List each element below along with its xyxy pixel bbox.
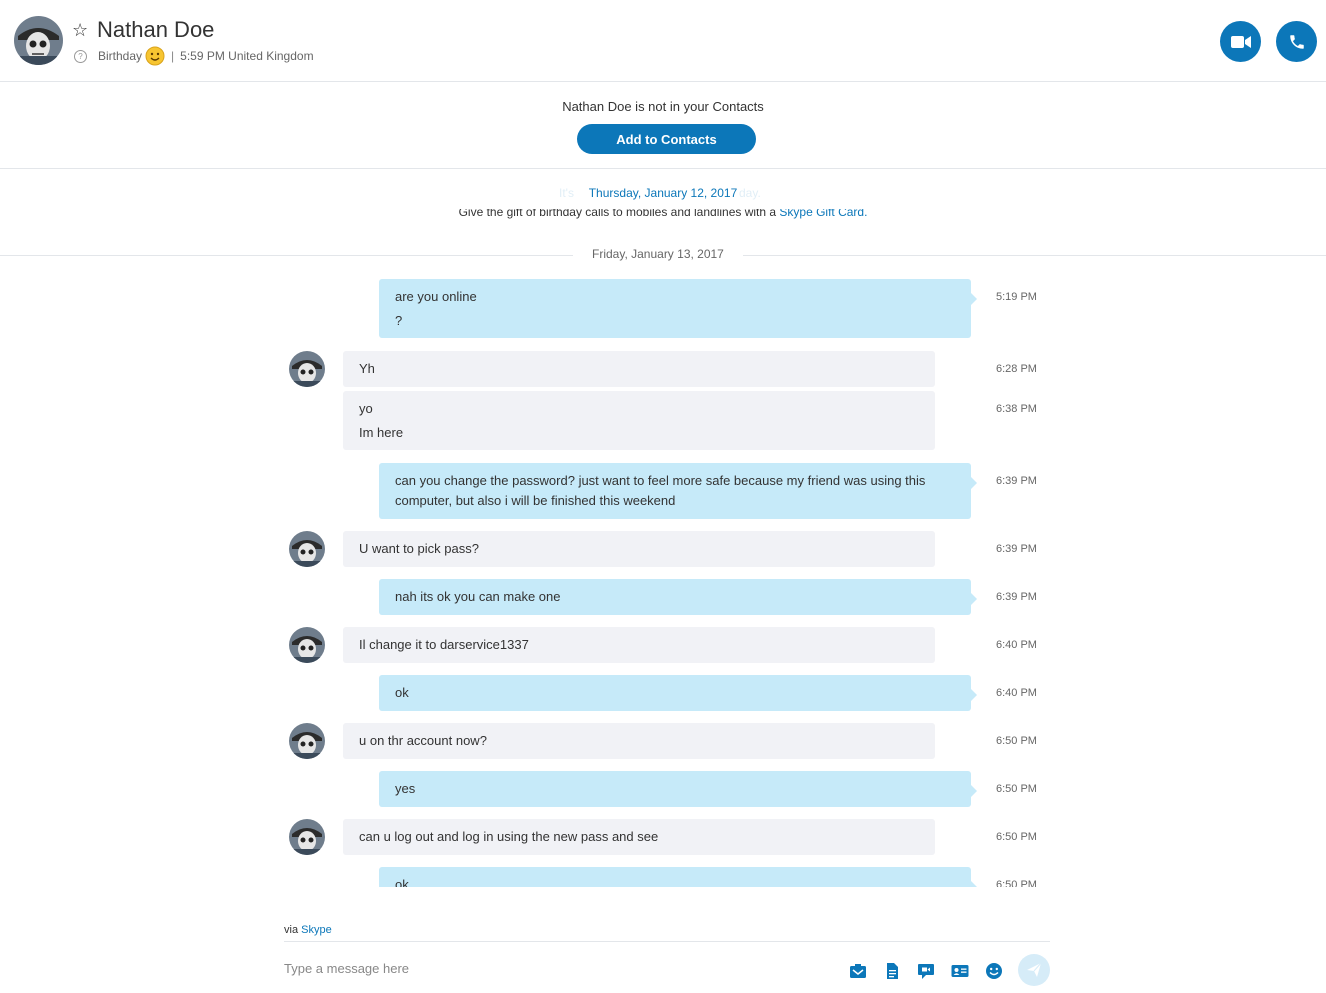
outgoing-message[interactable]: are you online ? [379,279,977,338]
message-text: U want to pick pass? [359,541,479,556]
emoticon-icon[interactable] [985,962,1003,980]
contact-card-icon[interactable] [951,962,969,980]
conversation-header: ☆ Nathan Doe ? Birthday | 5:59 PM United… [0,0,1326,82]
incoming-message[interactable]: Il change it to darservice1337 [343,627,935,663]
add-to-contacts-button[interactable]: Add to Contacts [577,124,756,154]
smiley-emoji-icon [145,46,165,66]
phone-icon [1289,34,1304,49]
message-time: 6:50 PM [996,783,1037,795]
message-time: 5:19 PM [996,291,1037,303]
contact-avatar-small[interactable] [289,627,325,663]
incoming-message[interactable]: Yh [343,351,935,387]
message-text: ok [395,877,409,887]
message-text: yo [359,401,373,416]
video-message-icon[interactable] [917,962,935,980]
gift-card-promo: Give the gift of birthday calls to mobil… [0,209,1326,219]
message-time: 6:40 PM [996,639,1037,651]
via-skype-link[interactable]: Skype [301,924,332,936]
message-text: Il change it to darservice1337 [359,637,529,652]
message-time: 6:50 PM [996,735,1037,747]
message-text: ok [395,685,409,700]
outgoing-message[interactable]: yes [379,771,977,807]
message-text: can u log out and log in using the new p… [359,829,659,844]
video-camera-icon [1230,35,1251,48]
contact-avatar[interactable] [14,16,63,65]
audio-call-button[interactable] [1276,21,1317,62]
message-time: 6:39 PM [996,591,1037,603]
favorite-star-icon[interactable]: ☆ [72,19,88,41]
message-list[interactable]: are you online ? 5:19 PM Yh 6:28 PM yo I… [0,263,1326,887]
message-text: nah its ok you can make one [395,589,561,604]
gift-card-promo-text: Give the gift of birthday calls to mobil… [458,209,780,219]
message-time: 6:28 PM [996,363,1037,375]
date-header-friday: Friday, January 13, 2017 [573,247,743,261]
send-button[interactable] [1018,954,1050,986]
contact-avatar-small[interactable] [289,351,325,387]
message-time: 6:39 PM [996,475,1037,487]
not-in-contacts-notice: Nathan Doe is not in your Contacts [562,99,764,114]
message-time: 6:50 PM [996,831,1037,843]
outgoing-message[interactable]: nah its ok you can make one [379,579,977,615]
message-input[interactable]: Type a message here [284,961,409,976]
incoming-message[interactable]: yo Im here [343,391,935,450]
send-icon [1027,962,1042,977]
message-time: 6:38 PM [996,403,1037,415]
contact-avatar-small[interactable] [289,531,325,567]
message-text: Im here [359,425,404,440]
subline-separator: | [171,49,175,63]
mood-help-icon[interactable]: ? [74,49,87,63]
outgoing-message[interactable]: can you change the password? just want t… [379,463,977,519]
send-file-icon[interactable] [849,962,867,980]
not-in-contacts-banner: Nathan Doe is not in your Contacts Add t… [0,82,1326,169]
local-time: 5:59 PM United Kingdom [180,49,314,63]
contact-avatar-small[interactable] [289,819,325,855]
via-text: via [284,924,299,936]
message-text: ? [395,313,403,328]
status-label: Birthday [98,49,143,63]
contact-name: Nathan Doe [97,17,215,42]
document-icon[interactable] [883,962,901,980]
message-text: yes [395,781,416,796]
date-header-thursday: Thursday, January 12, 2017 [588,186,738,200]
message-text: u on thr account now? [359,733,487,748]
composer-divider [284,941,1050,942]
via-label: via Skype [284,924,332,936]
incoming-message[interactable]: can u log out and log in using the new p… [343,819,935,855]
gift-card-link[interactable]: Skype Gift Card. [779,209,867,219]
message-text: Yh [359,361,375,376]
message-time: 6:39 PM [996,543,1037,555]
contact-subline: ? Birthday | 5:59 PM United Kingdom [74,46,314,66]
message-text: can you change the password? just want t… [395,473,926,508]
message-text: are you online [395,289,477,304]
message-time: 6:40 PM [996,687,1037,699]
incoming-message[interactable]: U want to pick pass? [343,531,935,567]
contact-avatar-small[interactable] [289,723,325,759]
video-call-button[interactable] [1220,21,1261,62]
outgoing-message[interactable]: ok [379,675,977,711]
outgoing-message[interactable]: ok [379,867,977,887]
message-time: 6:50 PM [996,879,1037,887]
incoming-message[interactable]: u on thr account now? [343,723,935,759]
